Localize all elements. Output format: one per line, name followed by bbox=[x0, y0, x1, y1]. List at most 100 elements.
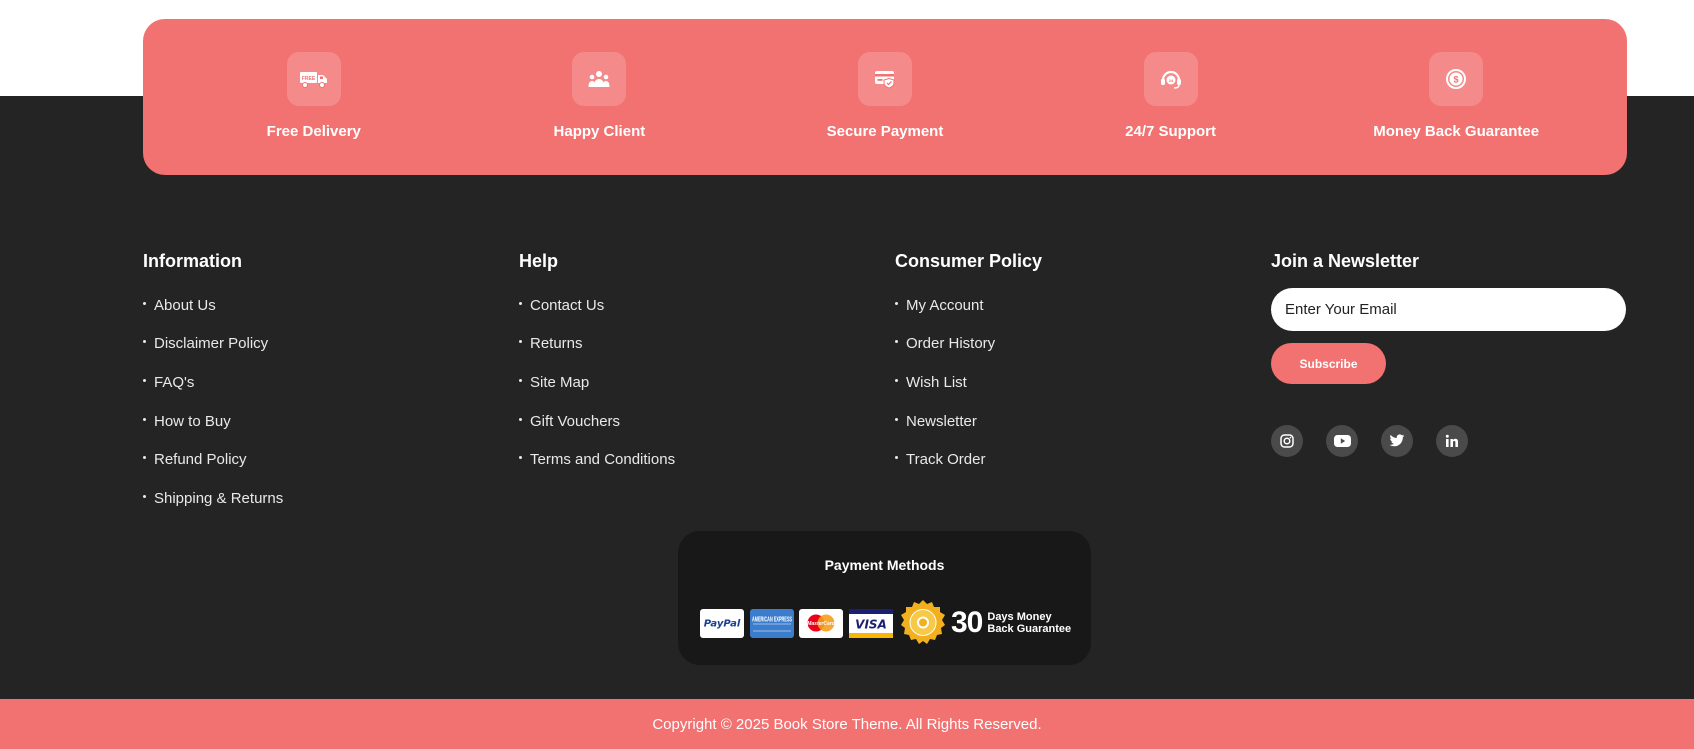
feature-label: Free Delivery bbox=[266, 123, 361, 140]
column-title: Help bbox=[519, 251, 559, 271]
payment-logos: PayPal AMERICAN EXPRESS MasterCard VISA … bbox=[700, 599, 1071, 647]
footer-link-disclaimer-policy[interactable]: Disclaimer Policy bbox=[143, 325, 519, 364]
visa-text: VISA bbox=[855, 617, 887, 631]
bullet-icon bbox=[143, 456, 146, 460]
footer-link-about-us[interactable]: About Us bbox=[143, 286, 519, 325]
mastercard-logo: MasterCard bbox=[799, 608, 843, 638]
link-label: About Us bbox=[154, 296, 216, 314]
money-back-icon: $ bbox=[1429, 52, 1484, 106]
feature-label: 24/7 Support bbox=[1125, 123, 1216, 140]
visa-logo: VISA bbox=[848, 608, 893, 638]
column-consumer-policy: Consumer Policy My Account Order History… bbox=[895, 248, 1271, 518]
happy-client-icon bbox=[572, 52, 627, 106]
guarantee-seal-icon bbox=[901, 600, 945, 644]
column-newsletter: Join a Newsletter Subscribe bbox=[1271, 248, 1627, 518]
bullet-icon bbox=[143, 301, 146, 305]
social-links bbox=[1271, 425, 1627, 457]
amex-text: AMERICAN EXPRESS bbox=[752, 617, 792, 624]
feature-support[interactable]: 24 24/7 Support bbox=[1041, 52, 1301, 140]
feature-label: Money Back Guarantee bbox=[1373, 123, 1540, 140]
svg-text:24: 24 bbox=[1168, 78, 1173, 83]
feature-label: Happy Client bbox=[553, 123, 646, 140]
bullet-icon bbox=[143, 417, 146, 421]
bullet-icon bbox=[519, 456, 522, 460]
bullet-icon bbox=[143, 378, 146, 382]
link-label: Contact Us bbox=[530, 296, 605, 314]
link-label: Wish List bbox=[906, 373, 967, 391]
link-label: Refund Policy bbox=[154, 451, 247, 469]
footer-link-my-account[interactable]: My Account bbox=[895, 286, 1271, 325]
footer-link-wish-list[interactable]: Wish List bbox=[895, 363, 1271, 402]
bullet-icon bbox=[895, 456, 898, 460]
feature-label: Secure Payment bbox=[826, 123, 944, 140]
mastercard-text: MasterCard bbox=[807, 621, 835, 627]
bullet-icon bbox=[895, 301, 898, 305]
footer-link-shipping-returns[interactable]: Shipping & Returns bbox=[143, 479, 519, 518]
bullet-icon bbox=[895, 378, 898, 382]
svg-text:$: $ bbox=[1454, 75, 1459, 85]
column-information: Information About Us Disclaimer Policy F… bbox=[143, 248, 519, 518]
feature-secure-payment[interactable]: Secure Payment bbox=[755, 52, 1015, 140]
support-headset-icon: 24 bbox=[1143, 52, 1198, 106]
bullet-icon bbox=[519, 340, 522, 344]
amex-logo: AMERICAN EXPRESS bbox=[749, 608, 794, 638]
link-label: How to Buy bbox=[154, 412, 231, 430]
newsletter-title: Join a Newsletter bbox=[1271, 251, 1420, 271]
copyright-bar: Copyright © 2025 Book Store Theme. All R… bbox=[0, 699, 1694, 749]
footer-link-gift-vouchers[interactable]: Gift Vouchers bbox=[519, 402, 895, 441]
guarantee-line-1: Days Money bbox=[987, 611, 1052, 623]
bullet-icon bbox=[519, 417, 522, 421]
features-banner: FREE Free Delivery Happy Client Secure P… bbox=[143, 19, 1627, 175]
footer-link-contact-us[interactable]: Contact Us bbox=[519, 286, 895, 325]
subscribe-button[interactable]: Subscribe bbox=[1271, 343, 1386, 384]
link-list: My Account Order History Wish List Newsl… bbox=[895, 286, 1271, 479]
copyright-text: Copyright © 2025 Book Store Theme. All R… bbox=[652, 715, 1042, 733]
link-label: Shipping & Returns bbox=[154, 489, 284, 507]
money-back-guarantee: 30 Days Money Back Guarantee bbox=[899, 599, 1071, 647]
footer-link-order-history[interactable]: Order History bbox=[895, 325, 1271, 364]
bullet-icon bbox=[895, 340, 898, 344]
column-title: Consumer Policy bbox=[895, 251, 1043, 271]
footer-link-faqs[interactable]: FAQ's bbox=[143, 363, 519, 402]
delivery-truck-icon: FREE bbox=[286, 52, 341, 106]
secure-payment-icon bbox=[857, 52, 912, 106]
bullet-icon bbox=[143, 494, 146, 498]
bullet-icon bbox=[519, 301, 522, 305]
link-list: About Us Disclaimer Policy FAQ's How to … bbox=[143, 286, 519, 518]
feature-money-back[interactable]: $ Money Back Guarantee bbox=[1326, 52, 1586, 140]
footer-link-returns[interactable]: Returns bbox=[519, 325, 895, 364]
link-label: Newsletter bbox=[906, 412, 977, 430]
email-input[interactable] bbox=[1271, 288, 1626, 331]
payment-methods-title: Payment Methods bbox=[824, 557, 945, 573]
page: FREE Free Delivery Happy Client Secure P… bbox=[0, 0, 1694, 749]
linkedin-icon[interactable] bbox=[1436, 425, 1468, 457]
instagram-icon[interactable] bbox=[1271, 425, 1303, 457]
footer-link-site-map[interactable]: Site Map bbox=[519, 363, 895, 402]
feature-happy-client[interactable]: Happy Client bbox=[469, 52, 729, 140]
footer-link-terms[interactable]: Terms and Conditions bbox=[519, 440, 895, 479]
link-label: Site Map bbox=[530, 373, 590, 391]
footer-link-newsletter[interactable]: Newsletter bbox=[895, 402, 1271, 441]
guarantee-number: 30 bbox=[951, 606, 983, 639]
feature-free-delivery[interactable]: FREE Free Delivery bbox=[184, 52, 444, 140]
link-label: Disclaimer Policy bbox=[154, 335, 269, 353]
link-label: Terms and Conditions bbox=[530, 451, 676, 469]
twitter-icon[interactable] bbox=[1381, 425, 1413, 457]
link-label: Order History bbox=[906, 335, 996, 353]
bullet-icon bbox=[143, 340, 146, 344]
guarantee-line-2: Back Guarantee bbox=[987, 623, 1072, 635]
footer-link-refund-policy[interactable]: Refund Policy bbox=[143, 440, 519, 479]
paypal-text: PayPal bbox=[704, 619, 741, 630]
link-label: FAQ's bbox=[154, 373, 195, 391]
footer-columns: Information About Us Disclaimer Policy F… bbox=[143, 248, 1627, 518]
bullet-icon bbox=[895, 417, 898, 421]
link-label: My Account bbox=[906, 296, 984, 314]
youtube-icon[interactable] bbox=[1326, 425, 1358, 457]
link-list: Contact Us Returns Site Map Gift Voucher… bbox=[519, 286, 895, 479]
footer-link-track-order[interactable]: Track Order bbox=[895, 440, 1271, 479]
footer-link-how-to-buy[interactable]: How to Buy bbox=[143, 402, 519, 441]
svg-text:FREE: FREE bbox=[302, 76, 316, 82]
link-label: Gift Vouchers bbox=[530, 412, 621, 430]
column-title: Information bbox=[143, 251, 242, 271]
payment-methods-box: Payment Methods PayPal AMERICAN EXPRESS … bbox=[678, 531, 1091, 665]
